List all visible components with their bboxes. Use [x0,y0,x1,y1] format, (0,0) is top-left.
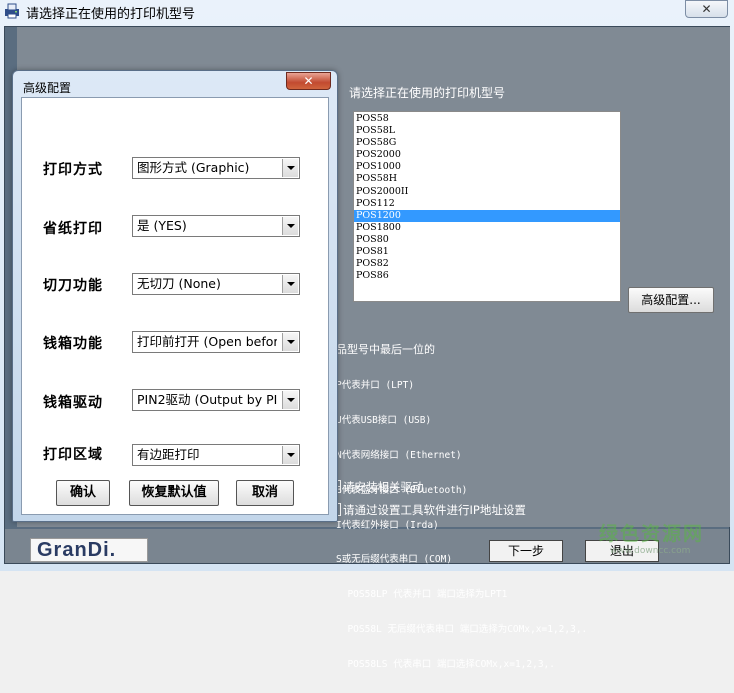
info-line: N代表网络接口 (Ethernet) [336,449,462,461]
chevron-down-icon[interactable] [282,159,298,177]
next-button[interactable]: 下一步 [489,540,563,562]
printer-model-item[interactable]: POS58L [354,125,620,137]
dialog-body: 打印方式 图形方式 (Graphic) 省纸打印 是 (YES) 切刀功能 无切… [21,97,329,515]
printer-model-item[interactable]: POS2000 [354,149,620,161]
info-line: POS58LP 代表并口 端口选择为LPT1 [336,589,508,601]
info-line: P代表并口 (LPT) [336,380,415,392]
cash-drawer-value: 打印前打开 (Open before [137,334,277,349]
printer-model-item[interactable]: POS1000 [354,161,620,173]
info-line: POS58LS 代表串口 端口选择COMx,x=1,2,3,. [336,658,555,670]
chevron-down-icon[interactable] [282,391,298,409]
chevron-down-icon[interactable] [282,333,298,351]
window-close-button[interactable]: ✕ [685,0,728,18]
install-driver-label: 请安装相关驱动 [343,480,424,494]
advanced-config-dialog: 高级配置 ✕ 打印方式 图形方式 (Graphic) 省纸打印 是 (YES) … [12,70,338,522]
printer-app-icon [5,3,19,19]
cash-drawer-label: 钱箱功能 [43,336,103,352]
print-area-value: 有边距打印 [137,447,200,462]
print-mode-select[interactable]: 图形方式 (Graphic) [132,157,300,179]
chevron-down-icon[interactable] [282,275,298,293]
main-title-bar: 请选择正在使用的打印机型号 ✕ [0,0,734,22]
printer-model-item[interactable]: POS82 [354,258,620,270]
cutter-value: 无切刀 (None) [137,276,221,291]
printer-model-item[interactable]: POS58G [354,137,620,149]
chevron-down-icon[interactable] [282,217,298,235]
confirm-button[interactable]: 确认 [56,480,110,506]
cutter-label: 切刀功能 [43,278,103,294]
drawer-driver-label: 钱箱驱动 [43,395,103,411]
print-mode-value: 图形方式 (Graphic) [137,160,250,175]
ip-setup-label: 请通过设置工具软件进行IP地址设置 [343,503,526,517]
printer-model-item[interactable]: POS1800 [354,222,620,234]
print-mode-label: 打印方式 [43,162,103,178]
paper-saving-select[interactable]: 是 (YES) [132,215,300,237]
paper-saving-label: 省纸打印 [43,221,103,237]
drawer-driver-value: PIN2驱动 (Output by PIN2) [137,392,277,407]
watermark-text: 绿色资源网 [599,523,705,545]
grandi-logo-text: GranDi. [37,539,117,561]
chevron-down-icon[interactable] [282,446,298,464]
dialog-close-button[interactable]: ✕ [286,72,331,90]
cancel-button[interactable]: 取消 [236,480,294,506]
printer-model-item[interactable]: POS58 [354,113,620,125]
advanced-config-button[interactable]: 高级配置... [628,287,714,313]
info-line: U代表USB接口 (USB) [336,415,432,427]
info-line: I代表红外接口 (Irda) [336,519,439,531]
printer-model-item[interactable]: POS112 [354,198,620,210]
printer-model-item[interactable]: POS58H [354,173,620,185]
dialog-title: 高级配置 [23,81,72,95]
ip-setup-option[interactable]: 请通过设置工具软件进行IP地址设置 [331,502,526,518]
watermark: 绿色资源网 www.downcc.com [592,519,710,559]
restore-defaults-button[interactable]: 恢复默认值 [129,480,219,506]
info-title: 品型号中最后一位的 [336,343,435,357]
window-title: 请选择正在使用的打印机型号 [26,7,196,22]
cash-drawer-select[interactable]: 打印前打开 (Open before [132,331,300,353]
model-select-heading: 请选择正在使用的打印机型号 [349,86,506,100]
printer-model-item[interactable]: POS86 [354,270,620,282]
paper-saving-value: 是 (YES) [137,218,187,233]
cutter-select[interactable]: 无切刀 (None) [132,273,300,295]
printer-model-item[interactable]: POS2000II [354,186,620,198]
watermark-url: www.downcc.com [610,546,691,556]
info-line: POS58L 无后缀代表串口 端口选择为COMx,x=1,2,3,. [336,623,588,635]
drawer-driver-select[interactable]: PIN2驱动 (Output by PIN2) [132,389,300,411]
printer-model-listbox[interactable]: POS58 POS58L POS58G POS2000 POS1000 POS58H POS… [353,111,621,302]
printer-model-item[interactable]: POS1200 [354,209,620,222]
install-driver-option[interactable]: 请安装相关驱动 [331,479,424,495]
printer-model-item[interactable]: POS81 [354,246,620,258]
grandi-logo: GranDi. [30,538,148,562]
printer-model-item[interactable]: POS80 [354,234,620,246]
print-area-label: 打印区域 [43,447,103,463]
print-area-select[interactable]: 有边距打印 [132,444,300,466]
